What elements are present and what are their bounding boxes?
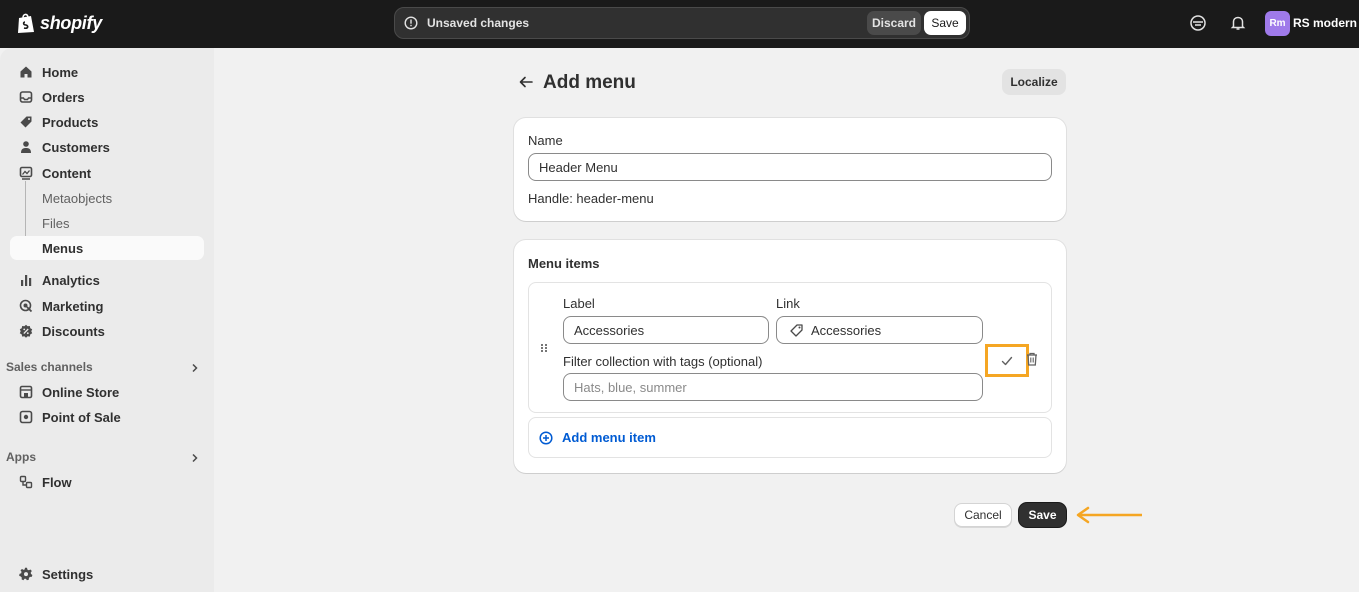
drag-handle-icon[interactable] <box>540 343 548 353</box>
name-input[interactable] <box>528 153 1052 181</box>
sidebar-item-analytics[interactable]: Analytics <box>10 268 204 292</box>
sidebar-item-label: Online Store <box>42 384 120 400</box>
page-title: Add menu <box>543 72 636 93</box>
sidebar-item-customers[interactable]: Customers <box>10 135 204 159</box>
store-name[interactable]: RS modern <box>1293 16 1357 30</box>
sidebar-item-products[interactable]: Products <box>10 110 204 134</box>
label-input[interactable] <box>563 316 769 344</box>
unsaved-message: Unsaved changes <box>427 16 530 30</box>
avatar[interactable]: Rm <box>1265 11 1290 36</box>
pos-icon <box>18 409 34 425</box>
gear-icon <box>18 566 34 582</box>
sidebar-item-label: Metaobjects <box>42 190 113 206</box>
confirm-button[interactable] <box>985 344 1029 377</box>
sidebar-item-label: Discounts <box>42 323 105 339</box>
localize-button[interactable]: Localize <box>1002 69 1066 95</box>
link-heading: Link <box>776 296 800 311</box>
sidebar-item-label: Point of Sale <box>42 409 121 425</box>
sidebar-item-flow[interactable]: Flow <box>10 470 204 494</box>
sidebar-item-point-of-sale[interactable]: Point of Sale <box>10 405 204 429</box>
home-icon <box>18 64 34 80</box>
sidebar-item-label: Content <box>42 165 92 181</box>
sidebar-item-metaobjects[interactable]: Metaobjects <box>10 186 204 210</box>
shopify-wordmark: shopify <box>40 12 102 33</box>
sales-channels-heading[interactable]: Sales channels <box>6 360 93 374</box>
sidebar-item-label: Menus <box>42 240 84 256</box>
menu-items-card: Menu items Label Link Accessories Filter… <box>514 240 1066 473</box>
menu-item-row: Label Link Accessories Filter collection… <box>528 282 1052 413</box>
sidebar: Home Orders Products Customers Content M… <box>0 48 214 592</box>
sidebar-item-marketing[interactable]: Marketing <box>10 294 204 318</box>
add-menu-item-label: Add menu item <box>562 430 656 445</box>
link-input[interactable]: Accessories <box>776 316 983 344</box>
sidebar-item-orders[interactable]: Orders <box>10 85 204 109</box>
sidebar-item-label: Home <box>42 64 79 80</box>
chevron-right-icon[interactable] <box>190 453 200 463</box>
target-icon <box>18 298 34 314</box>
sidebar-item-settings[interactable]: Settings <box>10 562 204 586</box>
checkmark-icon <box>1001 356 1013 365</box>
discount-icon <box>18 323 34 339</box>
unsaved-changes-bar: Unsaved changes Discard Save <box>394 7 970 39</box>
add-menu-item-button[interactable]: Add menu item <box>528 417 1052 458</box>
handle-text: Handle: header-menu <box>528 191 654 206</box>
apps-heading[interactable]: Apps <box>6 450 36 464</box>
sidebar-item-label: Analytics <box>42 272 100 288</box>
sidebar-item-label: Files <box>42 215 70 231</box>
annotation-arrow <box>1076 506 1142 524</box>
sidebar-item-menus[interactable]: Menus <box>10 236 204 260</box>
content-icon <box>18 165 34 181</box>
name-card: Name Handle: header-menu <box>514 118 1066 221</box>
flow-icon <box>18 474 34 490</box>
tag-icon <box>790 324 803 337</box>
sidebar-item-content[interactable]: Content <box>10 161 204 185</box>
sidebar-item-online-store[interactable]: Online Store <box>10 380 204 404</box>
bar-chart-icon <box>18 272 34 288</box>
store-switcher-icon[interactable] <box>1189 14 1207 32</box>
chevron-right-icon[interactable] <box>190 363 200 373</box>
sidebar-item-discounts[interactable]: Discounts <box>10 319 204 343</box>
sidebar-item-files[interactable]: Files <box>10 211 204 235</box>
name-label: Name <box>528 133 563 148</box>
shopify-bag-icon <box>18 13 34 33</box>
link-value: Accessories <box>811 323 882 338</box>
back-arrow-icon[interactable] <box>518 74 534 90</box>
sidebar-item-label: Products <box>42 114 99 130</box>
save-bar-save-button[interactable]: Save <box>924 11 966 35</box>
label-heading: Label <box>563 296 595 311</box>
tag-icon <box>18 114 34 130</box>
bell-icon[interactable] <box>1229 14 1247 32</box>
sidebar-item-label: Customers <box>42 139 110 155</box>
trash-icon[interactable] <box>1025 351 1039 367</box>
filter-tags-input[interactable] <box>563 373 983 401</box>
alert-circle-icon <box>404 16 418 30</box>
cancel-button[interactable]: Cancel <box>954 503 1012 527</box>
sidebar-item-home[interactable]: Home <box>10 60 204 84</box>
sidebar-item-label: Marketing <box>42 298 104 314</box>
sidebar-item-label: Flow <box>42 474 72 490</box>
filter-heading: Filter collection with tags (optional) <box>563 354 763 369</box>
store-icon <box>18 384 34 400</box>
sidebar-item-label: Settings <box>42 566 94 582</box>
sidebar-item-label: Orders <box>42 89 85 105</box>
inbox-icon <box>18 89 34 105</box>
person-icon <box>18 139 34 155</box>
menu-items-title: Menu items <box>528 256 600 271</box>
top-bar: shopify Unsaved changes Discard Save Rm … <box>0 0 1359 48</box>
plus-circle-icon <box>539 430 553 445</box>
save-button[interactable]: Save <box>1019 503 1066 527</box>
discard-button[interactable]: Discard <box>867 11 921 35</box>
shopify-logo[interactable]: shopify <box>16 12 102 34</box>
